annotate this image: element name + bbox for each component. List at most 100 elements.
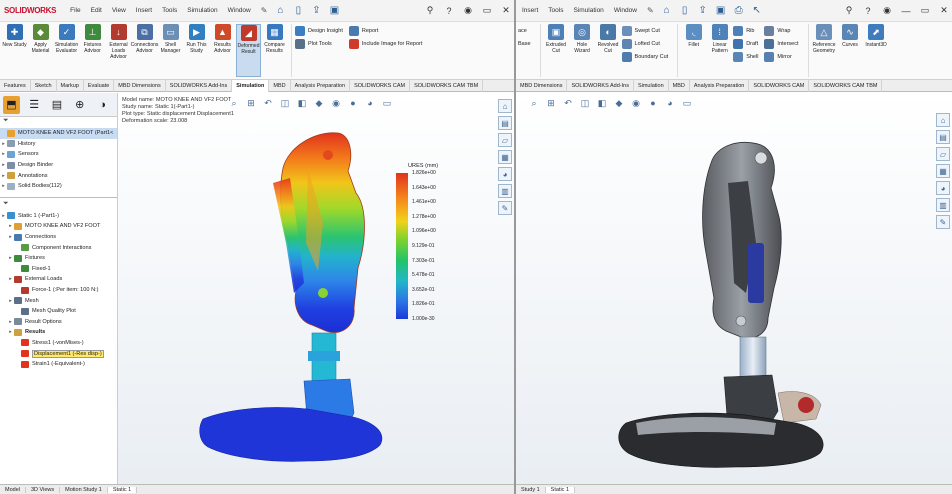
ribbon-button-reference-geometry[interactable]: △ Reference Geometry — [812, 24, 837, 77]
config-manager-tab-icon[interactable]: ▤ — [49, 96, 66, 114]
ribbon-button-extruded-cut[interactable]: ▣ Extruded Cut — [544, 24, 569, 77]
ribbon-small-boundary-cut[interactable]: Boundary Cut — [621, 50, 668, 63]
search-icon[interactable]: ⚲ — [422, 4, 438, 18]
menu-item-simulation[interactable]: Simulation — [573, 7, 603, 14]
left-graphics-area[interactable]: Model name: MOTO KNEE AND VF2 FOOT Study … — [118, 93, 514, 484]
menu-item-edit[interactable]: Edit — [91, 7, 102, 14]
ribbon-button-fillet[interactable]: ◟ Fillet — [681, 24, 706, 77]
user-icon[interactable]: ◉ — [879, 4, 895, 18]
ribbon-button-linear-pattern[interactable]: ⁞ Linear Pattern — [707, 24, 732, 77]
ribbon-button-hole-wizard[interactable]: ◎ Hole Wizard — [570, 24, 595, 77]
open-icon[interactable]: ⇪ — [696, 4, 710, 18]
ribbon-button-shell-manager[interactable]: ▭ Shell Manager — [158, 24, 183, 77]
menu-item-view[interactable]: View — [112, 7, 126, 14]
ribbon-button-connections-advisor[interactable]: ⧉ Connections Advisor — [131, 24, 158, 77]
expand-icon[interactable]: ▸ — [0, 141, 7, 147]
tab-simulation[interactable]: Simulation — [634, 79, 669, 92]
view-palette-icon[interactable]: ▦ — [498, 150, 512, 164]
print-icon[interactable]: ⎙ — [732, 4, 746, 18]
expand-icon[interactable]: ▸ — [0, 183, 7, 189]
expand-icon[interactable]: ▸ — [7, 329, 14, 335]
expand-icon[interactable]: ▸ — [0, 151, 7, 157]
ribbon-button-new-study[interactable]: ✚ New Study — [2, 24, 27, 77]
ribbon-button-revolved-cut[interactable]: ◐ Revolved Cut — [596, 24, 621, 77]
ribbon-small-report[interactable]: Report — [348, 24, 423, 37]
pin-icon[interactable]: ✎ — [261, 6, 268, 15]
sim-tree-item[interactable]: ▸ Fixtures — [0, 253, 117, 264]
user-icon[interactable]: ◉ — [460, 4, 476, 18]
menu-item-insert[interactable]: Insert — [136, 7, 152, 14]
pin-icon[interactable]: ✎ — [647, 6, 654, 15]
sim-tree-item[interactable]: Strain1 (-Equivalent-) — [0, 359, 117, 370]
expand-icon[interactable]: ▸ — [7, 298, 14, 304]
help-icon[interactable]: ? — [441, 4, 457, 18]
bottom-tab-model[interactable]: Model — [0, 486, 26, 493]
minimize-icon[interactable]: — — [898, 4, 914, 18]
sim-tree-item[interactable]: ▸ Connections — [0, 232, 117, 243]
design-library-icon[interactable]: ▤ — [936, 130, 950, 144]
property-manager-tab-icon[interactable]: ☰ — [26, 96, 43, 114]
expand-icon[interactable]: ▸ — [7, 255, 14, 261]
menu-item-window[interactable]: Window — [228, 7, 251, 14]
tab-solidworks-add-ins[interactable]: SOLIDWORKS Add-Ins — [166, 79, 233, 92]
tab-simulation[interactable]: Simulation — [232, 79, 270, 92]
custom-properties-icon[interactable]: ▥ — [498, 184, 512, 198]
tab-mbd-dimensions[interactable]: MBD Dimensions — [516, 79, 568, 92]
home-icon[interactable]: ⌂ — [936, 113, 950, 127]
save-icon[interactable]: ▣ — [327, 4, 341, 18]
tab-analysis-preparation[interactable]: Analysis Preparation — [291, 79, 351, 92]
tab-markup[interactable]: Markup — [57, 79, 84, 92]
ribbon-small-lofted-cut[interactable]: Lofted Cut — [621, 37, 669, 50]
tree-item[interactable]: ▸ Sensors — [0, 149, 117, 160]
tree-item[interactable]: ▸ History — [0, 139, 117, 150]
help-icon[interactable]: ? — [860, 4, 876, 18]
sim-tree-item[interactable]: Fixed-1 — [0, 264, 117, 275]
sim-tree-item[interactable]: ▸ External Loads — [0, 274, 117, 285]
bottom-tab-study-1[interactable]: Study 1 — [516, 486, 546, 493]
bottom-tab-static-1[interactable]: Static 1 — [107, 486, 138, 493]
tab-features[interactable]: Features — [0, 79, 31, 92]
expand-icon[interactable]: ▸ — [0, 213, 7, 219]
ribbon-button-compare-results[interactable]: ▦ Compare Results — [262, 24, 287, 77]
ribbon-button-fixtures-advisor[interactable]: ⊥ Fixtures Advisor — [80, 24, 105, 77]
search-icon[interactable]: ⚲ — [841, 4, 857, 18]
filter-icon-2[interactable]: ⏷ — [0, 200, 117, 211]
ribbon-small-rib[interactable]: Rib — [733, 24, 758, 37]
tab-solidworks-add-ins[interactable]: SOLIDWORKS Add-Ins — [567, 79, 634, 92]
ribbon-button-external-loads-advisor[interactable]: ↓ External Loads Advisor — [106, 24, 131, 77]
home-icon[interactable]: ⌂ — [498, 99, 512, 113]
tab-mbd[interactable]: MBD — [269, 79, 291, 92]
bottom-tab-3d-views[interactable]: 3D Views — [26, 486, 61, 493]
tab-mbd-dimensions[interactable]: MBD Dimensions — [114, 79, 166, 92]
tab-sketch[interactable]: Sketch — [31, 79, 57, 92]
expand-icon[interactable]: ▸ — [7, 276, 14, 282]
bottom-tab-motion-study-1[interactable]: Motion Study 1 — [60, 486, 108, 493]
sim-tree-item[interactable]: ▸ Static 1 (-Part1-) — [0, 211, 117, 222]
menu-item-window[interactable]: Window — [614, 7, 637, 14]
filter-icon[interactable]: ⏷ — [0, 117, 117, 128]
select-icon[interactable]: ↖ — [750, 4, 764, 18]
appearances-icon[interactable]: ◕ — [498, 167, 512, 181]
ribbon-button-curves[interactable]: ∿ Curves — [838, 24, 863, 77]
tab-solidworks-cam[interactable]: SOLIDWORKS CAM — [749, 79, 810, 92]
tab-solidworks-cam[interactable]: SOLIDWORKS CAM — [350, 79, 411, 92]
new-doc-icon[interactable]: ▯ — [678, 4, 692, 18]
bottom-tab-static-1[interactable]: Static 1 — [545, 486, 575, 493]
expand-icon[interactable]: ▸ — [7, 319, 14, 325]
sim-tree-item[interactable]: Displacement1 (-Res disp-) — [0, 348, 117, 359]
file-explorer-icon[interactable]: ▱ — [936, 147, 950, 161]
sim-tree-item[interactable]: Component Interactions — [0, 242, 117, 253]
expand-icon[interactable]: ▸ — [0, 173, 7, 179]
tab-mbd[interactable]: MBD — [669, 79, 690, 92]
file-explorer-icon[interactable]: ▱ — [498, 133, 512, 147]
ribbon-small-wrap[interactable]: Wrap — [764, 24, 798, 37]
right-graphics-area[interactable]: ⌕ ⊞ ↶ ◫ ◧ ◆ ◉ ● ◕ ▭ ⌂ ▤ ▱ ▦ ◕ ▥ ✎ — [516, 93, 952, 484]
sim-tree-item[interactable]: ▸ Mesh — [0, 295, 117, 306]
sim-tree-item[interactable]: ▸ Results — [0, 327, 117, 338]
ribbon-small-include-image-for-report[interactable]: Include Image for Report — [348, 37, 422, 50]
home-icon[interactable]: ⌂ — [273, 4, 287, 18]
sim-tree-item[interactable]: Force-1 (:Per item: 100 N:) — [0, 285, 117, 296]
forum-icon[interactable]: ✎ — [498, 201, 512, 215]
ribbon-small-intersect[interactable]: Intersect — [764, 37, 799, 50]
sim-tree-item[interactable]: ▸ MOTO KNEE AND VF2 FOOT — [0, 221, 117, 232]
